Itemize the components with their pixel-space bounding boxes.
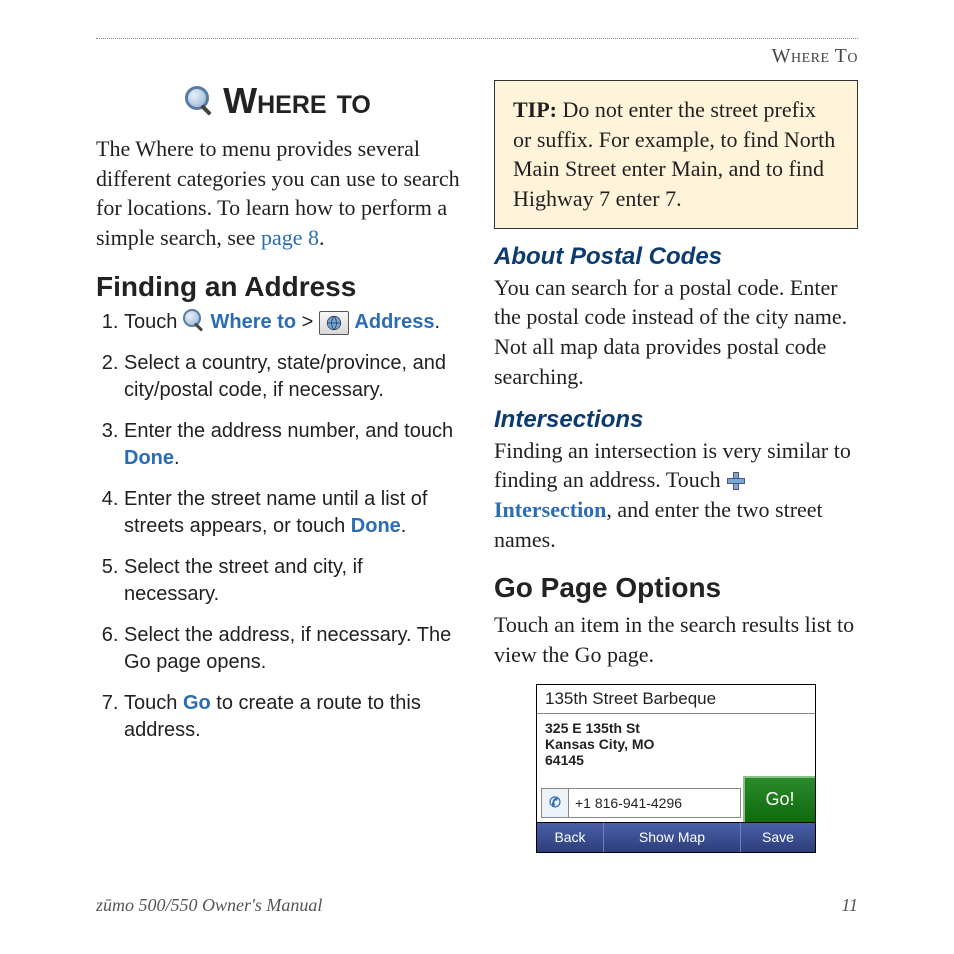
step-3: Enter the address number, and touch Done… [124, 418, 460, 472]
step-5: Select the street and city, if necessary… [124, 554, 460, 608]
go-keyword: Go [183, 692, 211, 714]
intersection-keyword: Intersection [494, 497, 606, 522]
magnifier-icon [185, 86, 215, 116]
finding-steps: Touch Where to > Address. Select a count… [96, 309, 460, 744]
address-icon [319, 311, 349, 335]
done-keyword: Done [351, 515, 401, 537]
device-mid: 325 E 135th St Kansas City, MO 64145 ✆ +… [537, 714, 815, 822]
intersections-body: Finding an intersection is very similar … [494, 436, 858, 555]
magnifier-icon [183, 309, 205, 331]
step1-sep: > [296, 311, 319, 333]
running-header: Where To [96, 39, 858, 72]
right-column: TIP: Do not enter the street prefix or s… [494, 80, 858, 853]
intersections-pre: Finding an intersection is very similar … [494, 438, 851, 493]
step7-pre: Touch [124, 692, 183, 714]
device-addr-line2: Kansas City, MO [545, 736, 654, 752]
device-title: 135th Street Barbeque [537, 685, 815, 714]
device-phone: +1 816-941-4296 [569, 795, 688, 811]
device-back-button[interactable]: Back [537, 822, 603, 852]
step-1: Touch Where to > Address. [124, 309, 460, 336]
intro-paragraph: The Where to menu provides several diffe… [96, 134, 460, 253]
content-columns: Where to The Where to menu provides seve… [96, 80, 858, 853]
device-address: 325 E 135th St Kansas City, MO 64145 [545, 720, 654, 768]
tip-box: TIP: Do not enter the street prefix or s… [494, 80, 858, 229]
finding-heading: Finding an Address [96, 271, 460, 303]
step3-end: . [174, 447, 180, 469]
left-column: Where to The Where to menu provides seve… [96, 80, 460, 853]
chapter-title: Where to [96, 80, 460, 122]
intersection-icon [726, 471, 744, 489]
intersections-heading: Intersections [494, 406, 858, 434]
address-keyword: Address [354, 311, 434, 333]
device-addr-line1: 325 E 135th St [545, 720, 654, 736]
page-8-link[interactable]: page 8 [261, 225, 319, 250]
device-showmap-button[interactable]: Show Map [603, 822, 740, 852]
step3-pre: Enter the address number, and touch [124, 420, 453, 442]
step1-pre: Touch [124, 311, 183, 333]
step-4: Enter the street name until a list of st… [124, 486, 460, 540]
tip-label: TIP: [513, 97, 557, 122]
step-7: Touch Go to create a route to this addre… [124, 690, 460, 744]
footer-left: zūmo 500/550 Owner's Manual [96, 895, 322, 916]
phone-icon: ✆ [542, 789, 569, 817]
gopage-body: Touch an item in the search results list… [494, 610, 858, 669]
device-phone-row[interactable]: ✆ +1 816-941-4296 [541, 788, 741, 818]
device-bottom-bar: Back Show Map Save [537, 822, 815, 852]
step4-end: . [401, 515, 407, 537]
page-footer: zūmo 500/550 Owner's Manual 11 [96, 895, 858, 916]
intro-period: . [319, 225, 325, 250]
step-6: Select the address, if necessary. The Go… [124, 622, 460, 676]
done-keyword: Done [124, 447, 174, 469]
gopage-heading: Go Page Options [494, 572, 858, 604]
postal-body: You can search for a postal code. Enter … [494, 273, 858, 392]
step-2: Select a country, state/province, and ci… [124, 350, 460, 404]
tip-text: Do not enter the street prefix or suffix… [513, 97, 835, 211]
device-go-button[interactable]: Go! [743, 776, 815, 822]
where-to-keyword: Where to [211, 311, 297, 333]
postal-heading: About Postal Codes [494, 243, 858, 271]
chapter-title-text: Where to [223, 80, 371, 122]
device-screenshot: 135th Street Barbeque 325 E 135th St Kan… [536, 684, 816, 853]
footer-page-number: 11 [841, 895, 858, 916]
step1-end: . [434, 311, 440, 333]
device-save-button[interactable]: Save [740, 822, 815, 852]
device-addr-line3: 64145 [545, 752, 654, 768]
